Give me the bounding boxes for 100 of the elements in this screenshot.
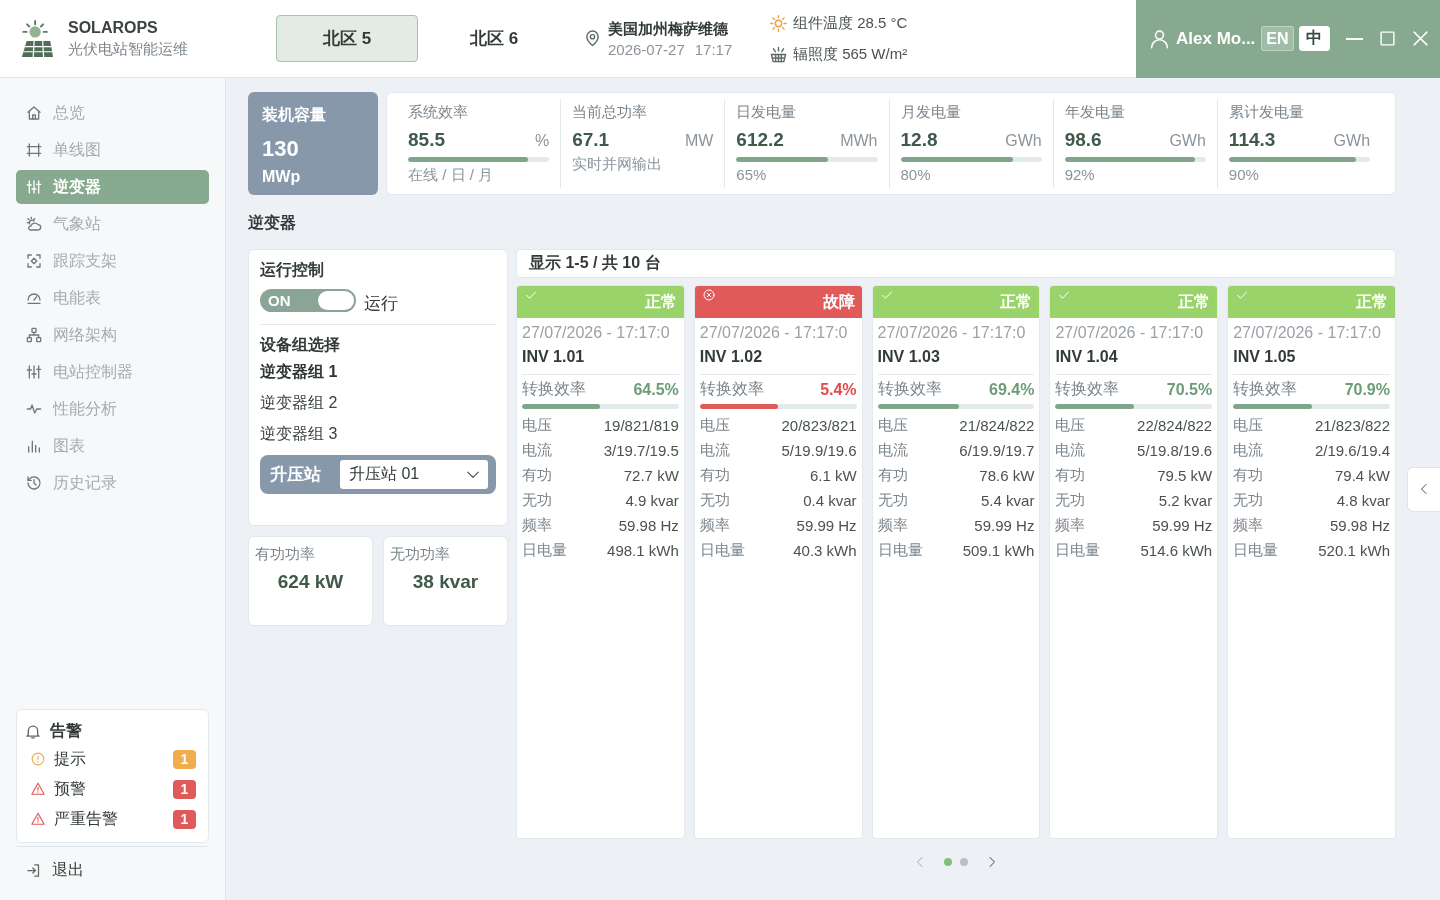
efficiency-label: 转换效率: [1233, 379, 1298, 399]
location-pin-icon: [584, 29, 601, 48]
solar-panel-logo-icon: [20, 19, 54, 58]
metric-label: 日发电量: [736, 103, 797, 122]
sidebar-item[interactable]: 总览: [16, 96, 209, 130]
status-label: 正常: [1000, 291, 1033, 312]
sidebar-item[interactable]: 跟踪支架: [16, 244, 209, 278]
reading-value: 6/19.9/19.7: [959, 442, 1035, 459]
reading-label: 日电量: [1233, 541, 1279, 560]
reading-label: 日电量: [1055, 541, 1101, 560]
reading-value: 4.9 kvar: [625, 492, 679, 509]
timestamp: 27/07/2026 - 17:17:0: [1055, 324, 1204, 342]
reading-value: 6.1 kW: [809, 467, 857, 484]
reading-label: 电流: [1055, 441, 1086, 460]
check-icon: [525, 289, 537, 301]
sidebar-item[interactable]: 单线图: [16, 133, 209, 167]
inverter-name: INV 1.05: [1233, 348, 1296, 366]
metric-value: 114.3: [1228, 129, 1276, 151]
sidebar-item[interactable]: 电能表: [16, 281, 209, 315]
sidebar-item[interactable]: 图表: [16, 429, 209, 463]
status-label: 故障: [822, 291, 855, 312]
check-icon: [880, 289, 893, 301]
weather-reading: 辐照度 565 W/m²: [793, 44, 908, 64]
reading-value: 59.98 Hz: [618, 517, 679, 534]
reading-label: 无功: [1055, 491, 1086, 510]
page-dot[interactable]: [960, 858, 968, 866]
metric-note: 在线 / 日 / 月: [408, 166, 493, 185]
reading-value: 59.99 Hz: [1152, 517, 1213, 534]
metric-note: 65%: [736, 166, 767, 183]
reading-label: 日电量: [877, 541, 923, 560]
home-icon: [26, 105, 42, 121]
alert-count-badge: 1: [173, 749, 196, 769]
timestamp: 27/07/2026 - 17:17:0: [699, 324, 848, 342]
alert-count-badge: 1: [173, 779, 196, 799]
group-item[interactable]: 逆变器组 2: [260, 388, 496, 419]
zone-tab[interactable]: 北区 5: [276, 15, 418, 62]
maximize-button[interactable]: [1378, 30, 1396, 47]
sidebar-item[interactable]: 气象站: [16, 207, 209, 241]
reading-value: 4.8 kvar: [1336, 492, 1390, 509]
metric-label: 年发电量: [1064, 103, 1125, 122]
substation-select[interactable]: 升压站 01: [340, 460, 488, 489]
efficiency-value: 5.4%: [820, 380, 857, 399]
reading-label: 有功: [522, 466, 552, 485]
reading-label: 频率: [1055, 516, 1086, 535]
reading-label: 无功: [1233, 491, 1264, 510]
check-icon: [1236, 289, 1249, 301]
group-item[interactable]: 逆变器组 1: [260, 357, 496, 388]
warning-triangle-icon: [31, 812, 45, 826]
metric-label: 当前总功率: [572, 103, 648, 122]
metric-label: 系统效率: [408, 103, 468, 122]
reading-label: 电压: [877, 416, 908, 435]
check-icon: [1058, 289, 1071, 301]
section-title: 逆变器: [248, 213, 296, 233]
collapse-button[interactable]: [1407, 466, 1440, 512]
reading-value: 498.1 kWh: [607, 542, 679, 559]
sidebar-item[interactable]: 电站控制器: [16, 355, 209, 389]
alerts-title: 告警: [50, 720, 82, 741]
zone-tab[interactable]: 北区 6: [423, 15, 565, 62]
reading-label: 频率: [522, 516, 552, 535]
page-dot[interactable]: [944, 858, 952, 866]
warning-triangle-icon: [31, 782, 45, 796]
total-label: 有功功率: [255, 545, 315, 564]
metric-note: 92%: [1064, 166, 1095, 183]
logout-button[interactable]: 退出: [16, 853, 94, 887]
reading-value: 78.6 kW: [979, 467, 1035, 484]
reading-value: 59.99 Hz: [796, 517, 857, 534]
metric-note: 80%: [900, 166, 931, 183]
history-icon: [26, 475, 42, 491]
reading-value: 20/823/821: [781, 417, 857, 434]
capacity-unit: MWp: [262, 168, 301, 186]
efficiency-label: 转换效率: [522, 379, 586, 399]
reading-value: 5.4 kvar: [981, 492, 1035, 509]
sidebar-item[interactable]: 网络架构: [16, 318, 209, 352]
group-item[interactable]: 逆变器组 3: [260, 419, 496, 450]
reading-label: 电压: [699, 416, 730, 435]
reading-value: 72.7 kW: [623, 467, 679, 484]
x-circle-icon: [702, 289, 715, 301]
reading-value: 79.4 kW: [1334, 467, 1390, 484]
run-switch[interactable]: ON: [260, 289, 356, 312]
app-title: SOLAROPS: [68, 18, 158, 37]
reading-value: 5/19.8/19.6: [1137, 442, 1213, 459]
language-toggle[interactable]: EN: [1261, 26, 1294, 51]
inverter-name: INV 1.01: [522, 348, 585, 366]
logout-icon: [26, 862, 41, 878]
reading-label: 电流: [1233, 441, 1264, 460]
language-toggle[interactable]: 中: [1298, 26, 1330, 51]
reading-label: 日电量: [522, 541, 567, 560]
sidebar-item[interactable]: 性能分析: [16, 392, 209, 426]
sliders-icon: [26, 179, 42, 195]
reading-label: 电压: [1055, 416, 1086, 435]
inverter-name: INV 1.03: [877, 348, 940, 366]
close-button[interactable]: [1411, 30, 1429, 47]
date-text: 2026-07-27: [608, 40, 685, 58]
status-label: 正常: [1178, 291, 1211, 312]
metric-note: 实时并网输出: [572, 155, 663, 174]
time-text: 17:17: [694, 40, 733, 58]
reading-label: 有功: [1233, 466, 1264, 485]
sidebar-item[interactable]: 逆变器: [16, 170, 209, 204]
sidebar-item[interactable]: 历史记录: [16, 466, 209, 500]
scan-icon: [26, 253, 42, 269]
